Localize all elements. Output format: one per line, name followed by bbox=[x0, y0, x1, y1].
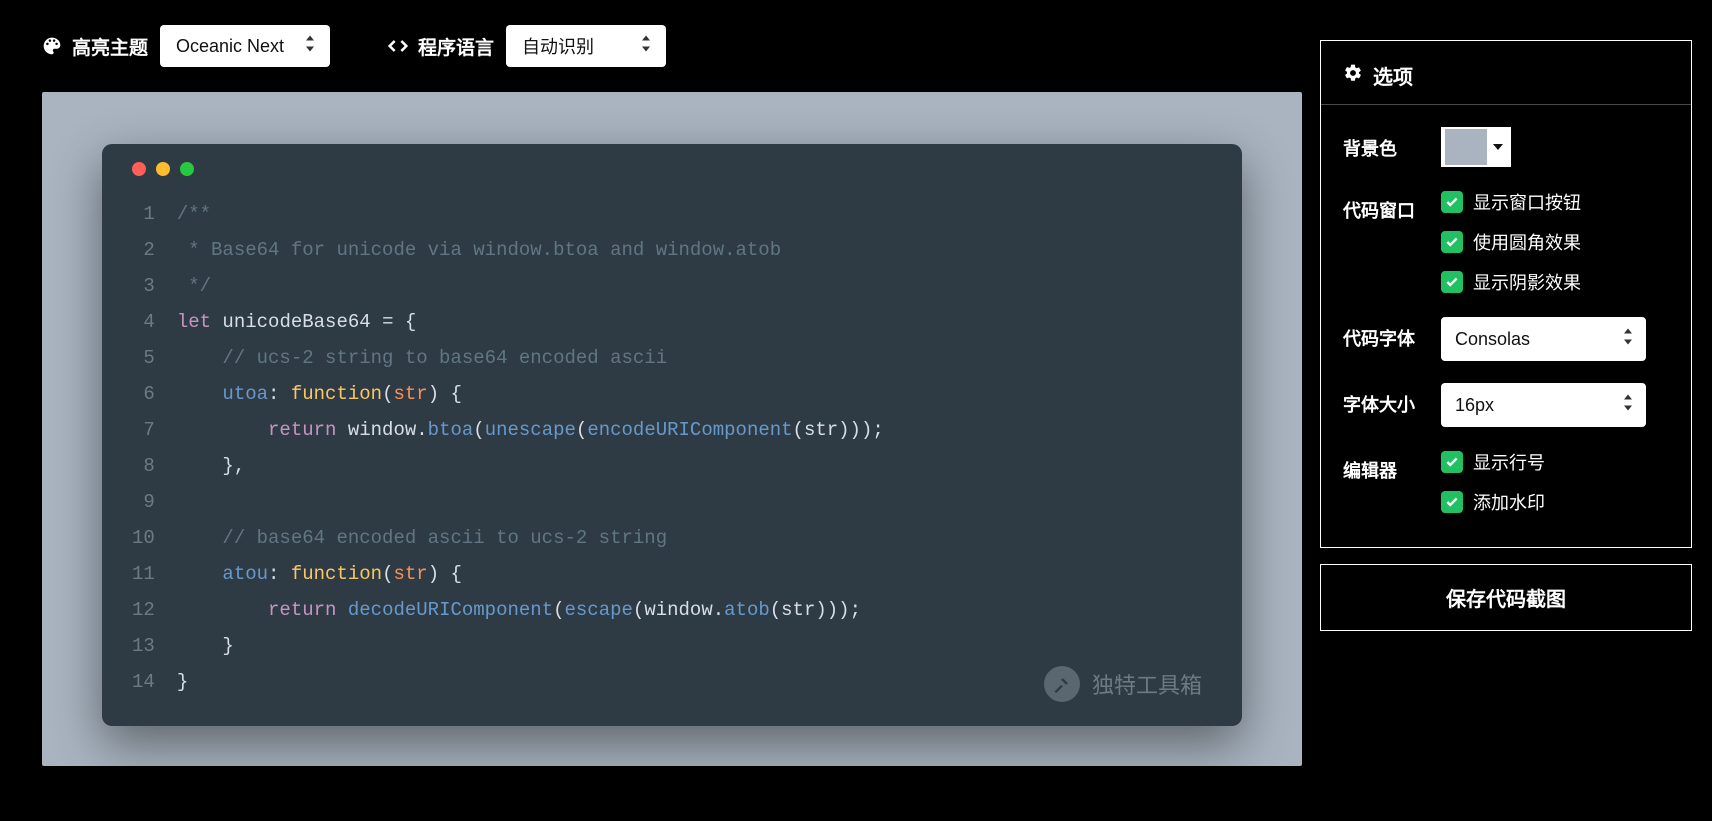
line-number: 9 bbox=[132, 484, 155, 520]
code-line: // base64 encoded ascii to ucs-2 string bbox=[177, 520, 1212, 556]
options-panel: 选项 背景色 代码窗口 bbox=[1320, 40, 1692, 548]
bg-color-picker[interactable] bbox=[1441, 127, 1511, 167]
palette-icon bbox=[42, 36, 62, 56]
checkmark-icon bbox=[1441, 231, 1463, 253]
checkbox-show-window-buttons[interactable]: 显示窗口按钮 bbox=[1441, 189, 1669, 215]
code-line: } bbox=[177, 628, 1212, 664]
line-number: 13 bbox=[132, 628, 155, 664]
chevron-sort-icon bbox=[640, 36, 652, 57]
chevron-sort-icon bbox=[1622, 329, 1634, 350]
code-line: return decodeURIComponent(escape(window.… bbox=[177, 592, 1212, 628]
options-title: 选项 bbox=[1343, 61, 1669, 90]
checkmark-icon bbox=[1441, 271, 1463, 293]
preview-canvas: 1234567891011121314 /** * Base64 for uni… bbox=[42, 92, 1302, 766]
code-editor[interactable]: /** * Base64 for unicode via window.btoa… bbox=[177, 196, 1212, 700]
line-number: 4 bbox=[132, 304, 155, 340]
line-number: 2 bbox=[132, 232, 155, 268]
theme-select[interactable]: Oceanic Next bbox=[160, 25, 330, 67]
code-window-label: 代码窗口 bbox=[1343, 189, 1441, 223]
line-number: 10 bbox=[132, 520, 155, 556]
code-line: */ bbox=[177, 268, 1212, 304]
code-window: 1234567891011121314 /** * Base64 for uni… bbox=[102, 144, 1242, 726]
font-size-select[interactable]: 16px bbox=[1441, 383, 1646, 427]
code-line: return window.btoa(unescape(encodeURICom… bbox=[177, 412, 1212, 448]
checkbox-line-numbers[interactable]: 显示行号 bbox=[1441, 449, 1669, 475]
font-size-label: 字体大小 bbox=[1343, 383, 1441, 417]
code-line: }, bbox=[177, 448, 1212, 484]
line-number: 1 bbox=[132, 196, 155, 232]
code-line: // ucs-2 string to base64 encoded ascii bbox=[177, 340, 1212, 376]
editor-label: 编辑器 bbox=[1343, 449, 1441, 483]
caret-down-icon bbox=[1487, 129, 1509, 165]
checkmark-icon bbox=[1441, 451, 1463, 473]
line-number: 6 bbox=[132, 376, 155, 412]
gear-icon bbox=[1343, 63, 1363, 89]
chevron-sort-icon bbox=[304, 36, 316, 57]
line-number-gutter: 1234567891011121314 bbox=[132, 196, 177, 700]
line-number: 8 bbox=[132, 448, 155, 484]
code-line: * Base64 for unicode via window.btoa and… bbox=[177, 232, 1212, 268]
code-font-label: 代码字体 bbox=[1343, 317, 1441, 351]
close-dot-icon bbox=[132, 162, 146, 176]
code-line: let unicodeBase64 = { bbox=[177, 304, 1212, 340]
window-traffic-lights bbox=[132, 162, 1212, 176]
checkbox-watermark[interactable]: 添加水印 bbox=[1441, 489, 1669, 515]
bg-color-label: 背景色 bbox=[1343, 127, 1441, 161]
hammer-icon bbox=[1044, 666, 1080, 702]
line-number: 5 bbox=[132, 340, 155, 376]
maximize-dot-icon bbox=[180, 162, 194, 176]
language-select[interactable]: 自动识别 bbox=[506, 25, 666, 67]
line-number: 3 bbox=[132, 268, 155, 304]
code-line: /** bbox=[177, 196, 1212, 232]
line-number: 14 bbox=[132, 664, 155, 700]
theme-label: 高亮主题 bbox=[42, 33, 148, 60]
color-swatch bbox=[1445, 129, 1487, 165]
minimize-dot-icon bbox=[156, 162, 170, 176]
checkbox-shadow[interactable]: 显示阴影效果 bbox=[1441, 269, 1669, 295]
checkmark-icon bbox=[1441, 491, 1463, 513]
code-line: utoa: function(str) { bbox=[177, 376, 1212, 412]
code-line bbox=[177, 484, 1212, 520]
line-number: 11 bbox=[132, 556, 155, 592]
chevron-sort-icon bbox=[1622, 395, 1634, 416]
code-line: atou: function(str) { bbox=[177, 556, 1212, 592]
line-number: 7 bbox=[132, 412, 155, 448]
watermark: 独特工具箱 bbox=[1044, 666, 1202, 702]
checkbox-rounded-corners[interactable]: 使用圆角效果 bbox=[1441, 229, 1669, 255]
top-toolbar: 高亮主题 Oceanic Next 程序语言 自动识别 bbox=[42, 0, 1302, 92]
language-label: 程序语言 bbox=[388, 33, 494, 60]
save-screenshot-button[interactable]: 保存代码截图 bbox=[1320, 564, 1692, 631]
checkmark-icon bbox=[1441, 191, 1463, 213]
code-icon bbox=[388, 36, 408, 56]
code-font-select[interactable]: Consolas bbox=[1441, 317, 1646, 361]
line-number: 12 bbox=[132, 592, 155, 628]
